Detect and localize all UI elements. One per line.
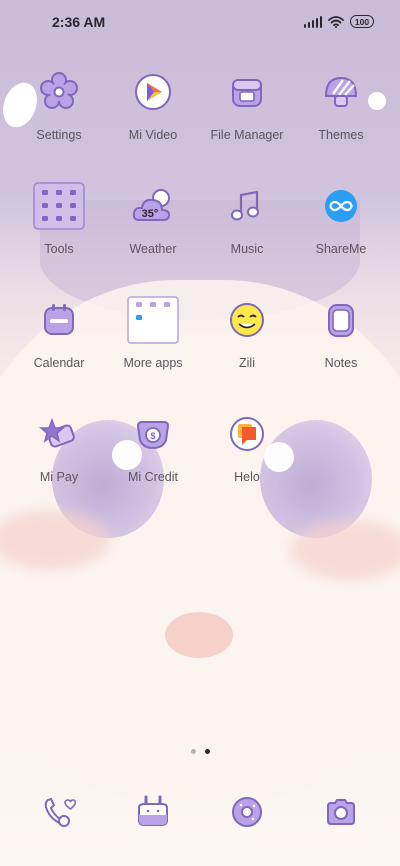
music-note-icon — [221, 180, 273, 232]
app-label: Mi Video — [128, 128, 178, 142]
signal-icon — [303, 15, 322, 28]
app-label: ShareMe — [315, 242, 367, 256]
status-bar: 2:36 AM 100 — [0, 0, 400, 44]
coin-wallet-icon: $ — [127, 408, 179, 460]
status-time: 2:36 AM — [52, 14, 106, 30]
app-label: Weather — [129, 242, 177, 256]
dock-messages[interactable] — [133, 792, 173, 832]
dock-phone[interactable] — [39, 792, 79, 832]
app-label: Notes — [324, 356, 358, 370]
app-label: Calendar — [33, 356, 85, 370]
app-more-apps[interactable]: More apps — [105, 294, 201, 370]
app-label: Music — [230, 242, 264, 256]
app-mi-video[interactable]: Mi Video — [105, 66, 201, 142]
message-bunny-icon — [138, 795, 168, 826]
app-notes[interactable]: Notes — [293, 294, 389, 370]
app-label: File Manager — [210, 128, 284, 142]
app-label: Settings — [36, 128, 82, 142]
page-dot-active[interactable] — [204, 749, 210, 754]
weather-temperature: 35° — [142, 208, 159, 220]
app-calendar[interactable]: Calendar — [11, 294, 107, 370]
status-icons: 100 — [303, 15, 374, 28]
dock-browser[interactable] — [227, 792, 267, 832]
folder-grid-icon — [33, 180, 85, 232]
calendar-icon — [33, 294, 85, 346]
phone-heart-icon — [44, 797, 77, 827]
wallpaper-nose — [165, 612, 233, 658]
camera-icon — [327, 799, 355, 825]
app-label: Mi Credit — [127, 470, 178, 484]
app-zili[interactable]: Zili — [199, 294, 295, 370]
striped-mushroom-icon — [315, 66, 367, 118]
app-mi-credit[interactable]: $ Mi Credit — [105, 408, 201, 484]
app-label: Helo — [234, 470, 260, 484]
app-file-manager[interactable]: File Manager — [199, 66, 295, 142]
app-label: Themes — [318, 128, 364, 142]
app-label: Tools — [44, 242, 74, 256]
flower-gear-icon — [33, 66, 85, 118]
play-triangle-icon — [127, 66, 179, 118]
folder-grid-icon — [127, 294, 179, 346]
smiley-face-icon — [221, 294, 273, 346]
app-themes[interactable]: Themes — [293, 66, 389, 142]
app-helo[interactable]: Helo — [199, 408, 295, 484]
wallpaper-blush — [290, 520, 400, 580]
app-music[interactable]: Music — [199, 180, 295, 256]
app-settings[interactable]: Settings — [11, 66, 107, 142]
page-dot[interactable] — [190, 749, 196, 754]
donut-icon — [232, 797, 262, 827]
app-shareme[interactable]: ShareMe — [293, 180, 389, 256]
notepad-icon — [315, 294, 367, 346]
app-mi-pay[interactable]: Mi Pay — [11, 408, 107, 484]
star-card-icon — [33, 408, 85, 460]
app-label: Mi Pay — [39, 470, 79, 484]
app-tools[interactable]: Tools — [11, 180, 107, 256]
folder-box-icon — [221, 66, 273, 118]
app-label: More apps — [123, 356, 183, 370]
app-label: Zili — [239, 356, 255, 370]
app-weather[interactable]: 35° Weather — [105, 180, 201, 256]
infinity-icon — [315, 180, 367, 232]
battery-icon: 100 — [350, 15, 374, 28]
svg-text:$: $ — [150, 431, 155, 441]
wifi-icon — [328, 15, 344, 28]
page-indicator[interactable] — [0, 749, 400, 754]
dock-camera[interactable] — [321, 792, 361, 832]
chat-bubble-icon — [221, 408, 273, 460]
cloud-sun-icon: 35° — [127, 180, 179, 232]
